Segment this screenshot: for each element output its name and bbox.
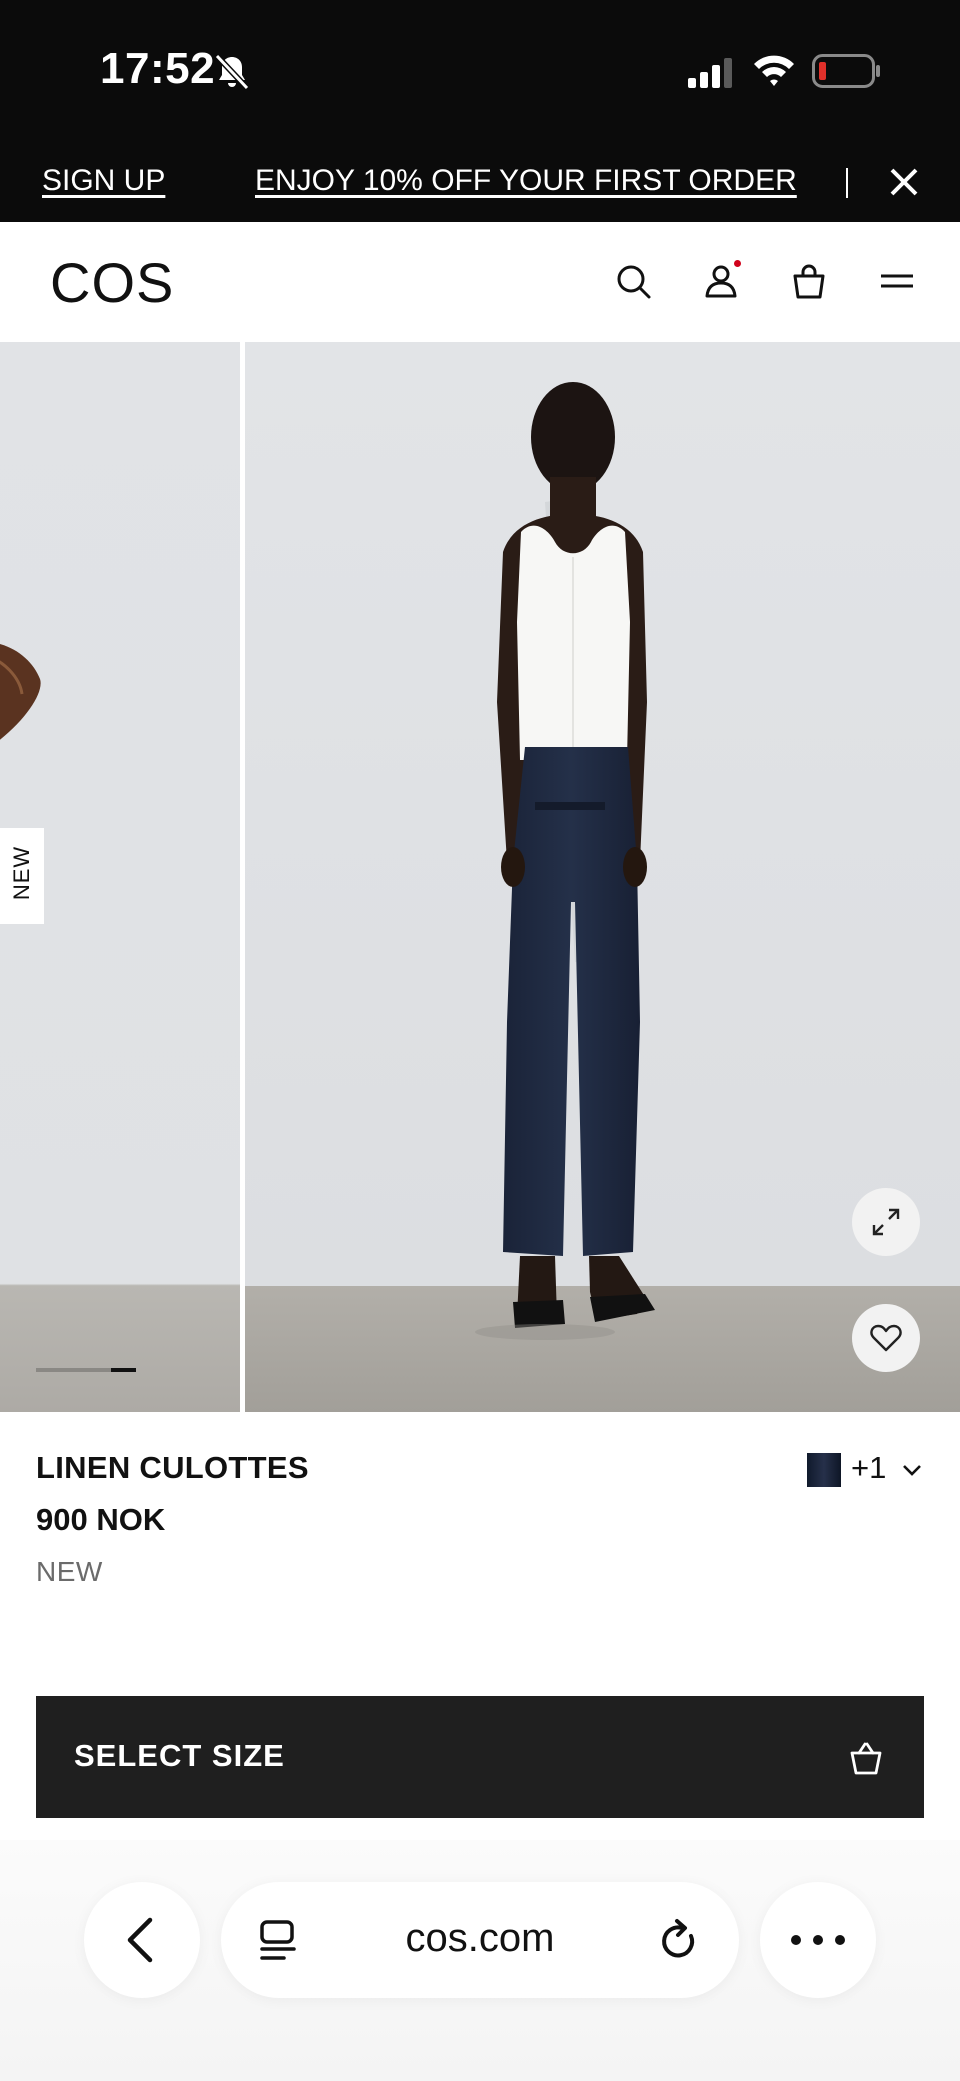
status-time: 17:52: [100, 44, 216, 93]
leather-bag-image: [0, 644, 41, 740]
color-swatch[interactable]: [807, 1453, 841, 1487]
wishlist-button[interactable]: [852, 1304, 920, 1372]
signup-link[interactable]: SIGN UP: [42, 164, 165, 198]
more-icon: [791, 1935, 845, 1945]
bell-slash-icon: [214, 53, 250, 91]
chevron-down-icon[interactable]: [900, 1460, 924, 1480]
expand-icon: [872, 1208, 900, 1236]
basket-icon: [850, 1742, 882, 1775]
promo-banner: SIGN UP ENJOY 10% OFF YOUR FIRST ORDER: [0, 140, 960, 222]
cos-logo[interactable]: COS: [50, 250, 174, 315]
more-colors-count[interactable]: +1: [851, 1450, 886, 1486]
carousel-active-segment: [111, 1368, 136, 1372]
battery-low-icon: [812, 54, 880, 88]
first-order-offer-link[interactable]: ENJOY 10% OFF YOUR FIRST ORDER: [255, 164, 797, 198]
product-name: LINEN CULOTTES: [36, 1450, 309, 1485]
account-icon[interactable]: [702, 262, 740, 300]
new-badge-label: NEW: [9, 845, 34, 901]
search-icon[interactable]: [614, 262, 652, 300]
main-product-image[interactable]: [245, 342, 960, 1412]
carousel-progress-indicator: [36, 1368, 136, 1372]
back-button[interactable]: [84, 1882, 200, 1998]
product-new-badge: NEW: [36, 1556, 103, 1587]
wifi-icon: [754, 55, 794, 86]
product-image-gallery[interactable]: NEW: [0, 342, 960, 1412]
close-icon[interactable]: [884, 162, 924, 202]
cellular-signal-icon: [688, 58, 732, 88]
shopping-bag-icon[interactable]: [790, 262, 828, 300]
product-price: 900 NOK: [36, 1502, 166, 1537]
select-size-label: SELECT SIZE: [74, 1738, 285, 1773]
zoom-button[interactable]: [852, 1188, 920, 1256]
back-chevron-icon: [127, 1917, 153, 1963]
more-options-button[interactable]: [760, 1882, 876, 1998]
promo-divider: [846, 168, 848, 198]
account-notification-dot: [734, 260, 741, 267]
heart-icon: [870, 1324, 902, 1352]
reload-icon[interactable]: [658, 1918, 702, 1964]
menu-icon[interactable]: [878, 262, 916, 300]
